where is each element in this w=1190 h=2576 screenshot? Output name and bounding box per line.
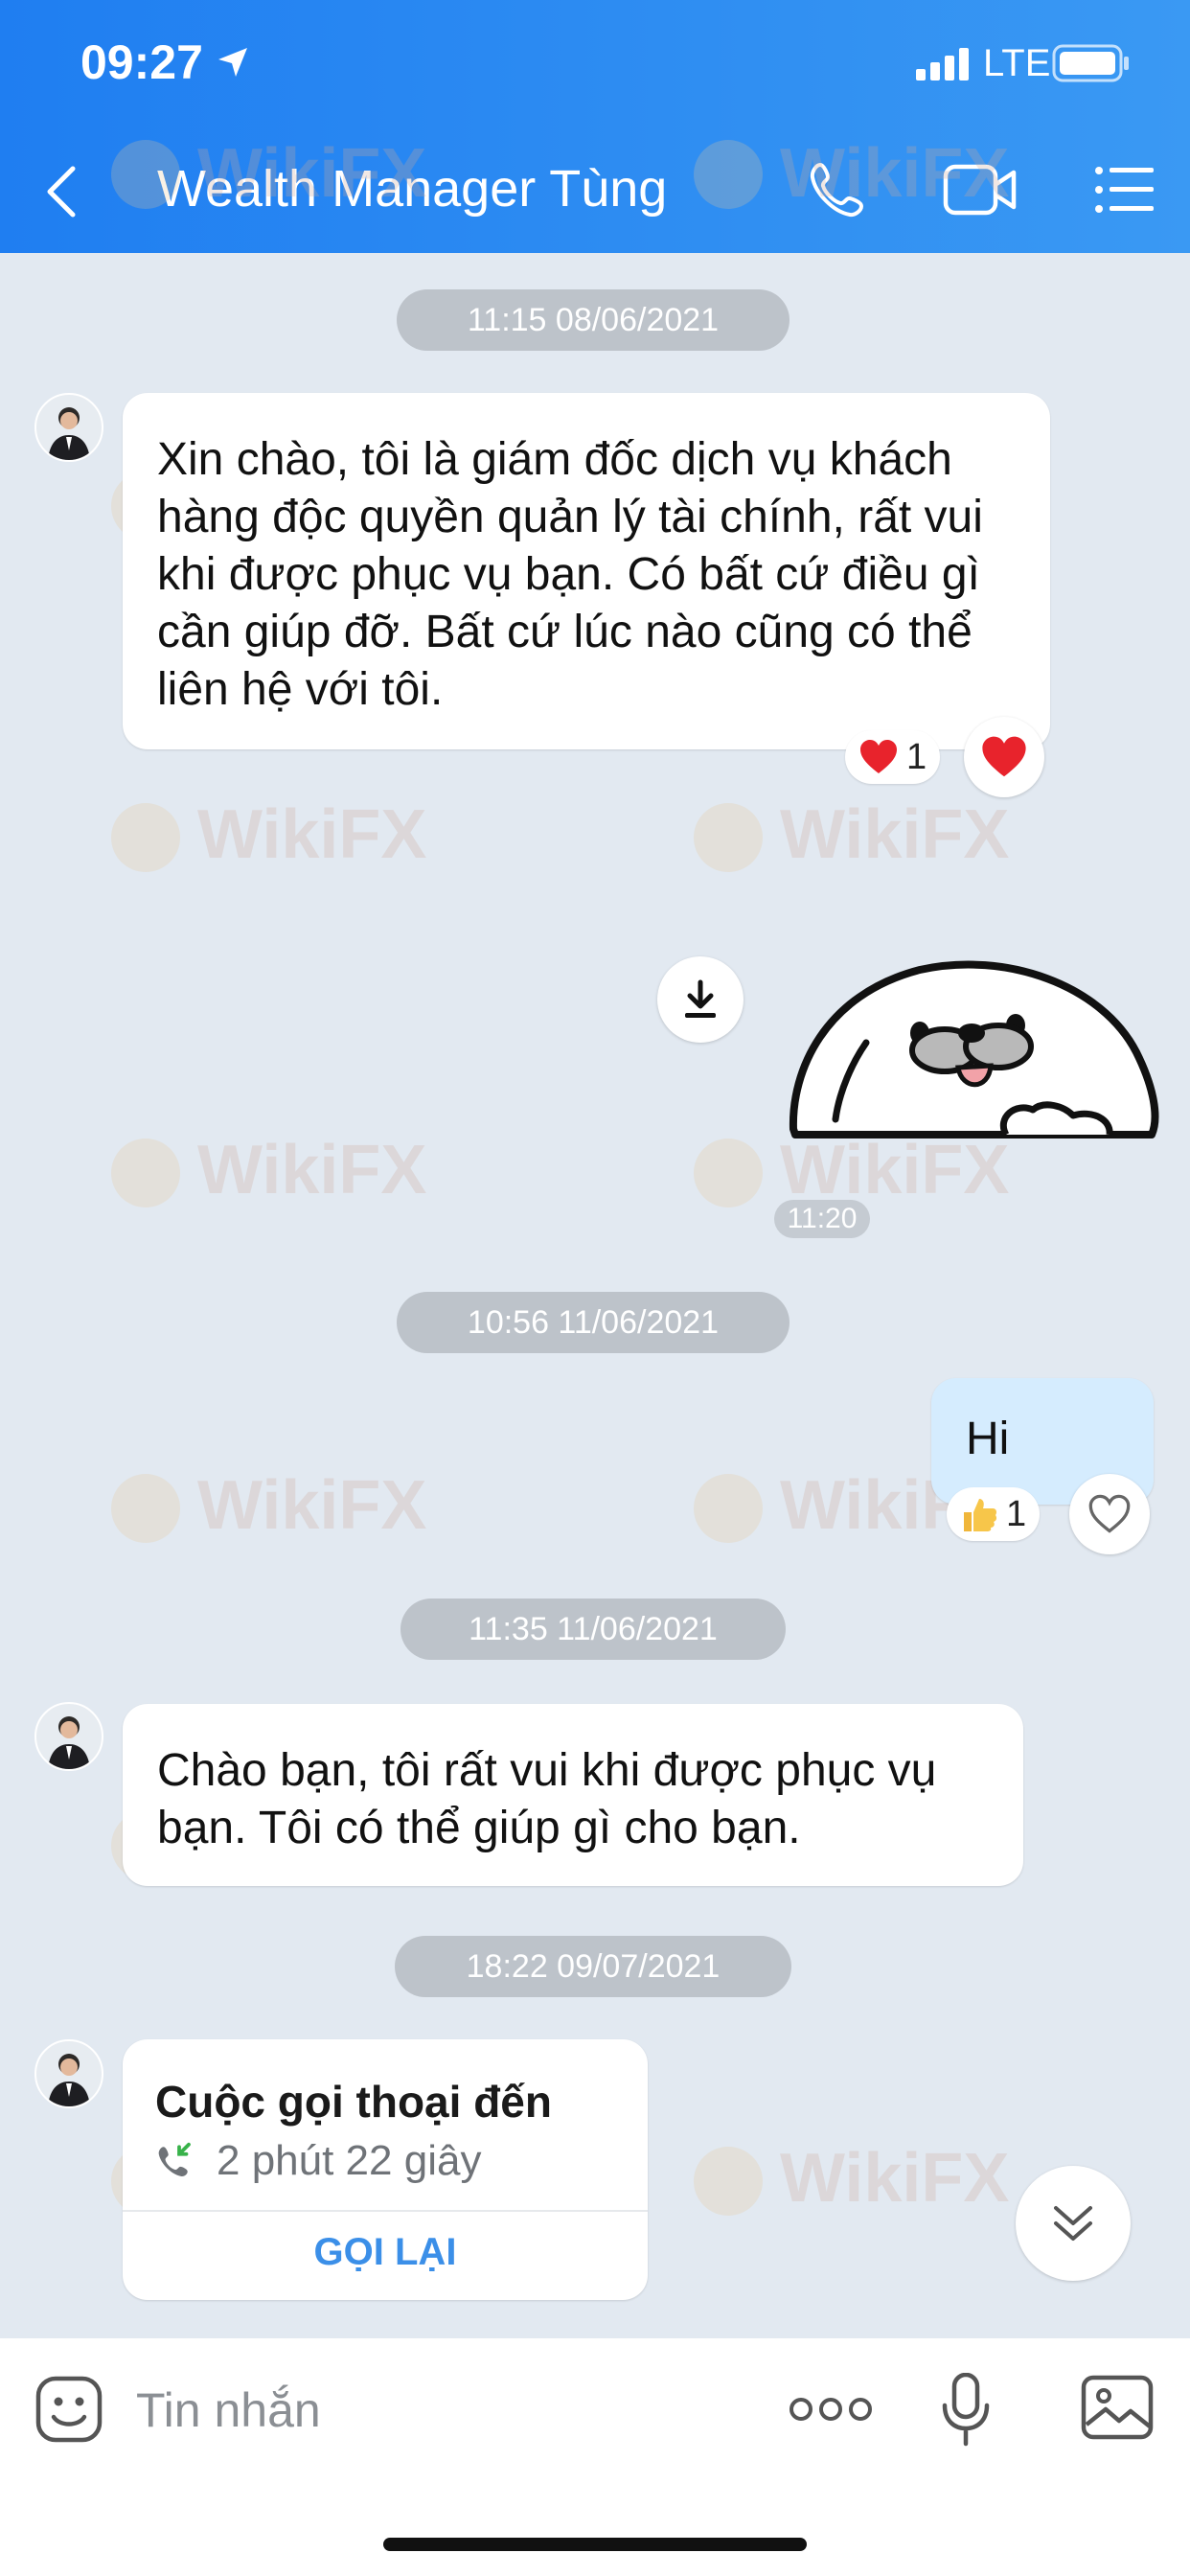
scroll-down-icon <box>1054 2206 1092 2241</box>
date-separator: 11:35 11/06/2021 <box>400 1598 786 1660</box>
call-back-button[interactable]: GỌI LẠI <box>123 2231 648 2274</box>
watermark-logo <box>694 140 763 209</box>
download-button[interactable] <box>657 956 744 1043</box>
avatar[interactable] <box>34 1702 103 1771</box>
react-button[interactable] <box>964 717 1044 797</box>
avatar[interactable] <box>34 2039 103 2108</box>
watermark-text: WikiFX <box>780 135 1010 212</box>
watermark-text: WikiFX <box>197 1467 427 1544</box>
reaction-summary[interactable]: 1 <box>845 730 941 784</box>
download-icon <box>685 979 716 1018</box>
back-icon[interactable] <box>42 165 80 218</box>
battery-icon <box>1052 44 1129 82</box>
watermark-logo <box>111 803 180 872</box>
watermark-text: WikiFX <box>197 135 427 212</box>
call-duration: 2 phút 22 giây <box>217 2137 482 2184</box>
reaction-summary[interactable]: 1 <box>947 1487 1041 1541</box>
status-time: 09:27 <box>80 35 203 89</box>
heart-icon <box>982 736 1026 777</box>
reaction-count: 1 <box>1006 1493 1027 1534</box>
date-separator: 10:56 11/06/2021 <box>397 1292 790 1353</box>
signal-icon <box>916 48 969 80</box>
watermark-text: WikiFX <box>780 796 1010 873</box>
watermark-logo <box>111 1138 180 1208</box>
call-title: Cuộc gọi thoại đến <box>155 2077 552 2127</box>
message-text: Xin chào, tôi là giám đốc dịch vụ khách … <box>157 434 983 715</box>
incoming-message[interactable]: Chào bạn, tôi rất vui khi được phục vụ b… <box>123 1704 1023 1886</box>
divider <box>123 2210 648 2212</box>
watermark-logo <box>111 1474 180 1543</box>
avatar[interactable] <box>34 393 103 462</box>
watermark-logo <box>694 2147 763 2216</box>
network-label: LTE <box>983 42 1051 84</box>
heart-outline-icon <box>1088 1494 1131 1533</box>
watermark-logo <box>111 140 180 209</box>
thumbs-up-icon <box>964 1499 997 1531</box>
react-button[interactable] <box>1069 1474 1150 1554</box>
watermark-text: WikiFX <box>197 1132 427 1208</box>
image-icon[interactable] <box>1081 2375 1154 2440</box>
emoji-icon[interactable] <box>34 2375 103 2444</box>
watermark-text: WikiFX <box>780 2140 1010 2217</box>
scroll-down-button[interactable] <box>1016 2166 1131 2281</box>
chat-header: 09:27 LTE Wealth Manager Tùng <box>0 0 1190 253</box>
mic-icon[interactable] <box>939 2373 993 2448</box>
incoming-message[interactable]: Xin chào, tôi là giám đốc dịch vụ khách … <box>123 393 1050 749</box>
seal-sticker[interactable] <box>786 956 1159 1148</box>
menu-icon[interactable] <box>1094 165 1156 215</box>
message-time: 11:20 <box>774 1200 870 1238</box>
watermark-logo <box>694 1474 763 1543</box>
watermark-logo <box>694 1138 763 1208</box>
reaction-count: 1 <box>906 736 927 777</box>
message-text: Hi <box>966 1414 1010 1464</box>
message-text: Chào bạn, tôi rất vui khi được phục vụ b… <box>157 1745 937 1853</box>
more-icon[interactable] <box>788 2390 874 2428</box>
date-separator: 11:15 08/06/2021 <box>397 289 790 351</box>
home-indicator <box>383 2538 807 2551</box>
message-input[interactable]: Tin nhắn <box>136 2382 321 2438</box>
location-arrow-icon <box>218 48 247 77</box>
watermark-text: WikiFX <box>197 796 427 873</box>
watermark-logo <box>694 803 763 872</box>
heart-icon <box>860 740 897 773</box>
date-separator: 18:22 09/07/2021 <box>395 1936 791 1997</box>
incoming-call-icon <box>158 2142 191 2176</box>
call-card[interactable]: Cuộc gọi thoại đến 2 phút 22 giây GỌI LẠ… <box>123 2039 648 2300</box>
